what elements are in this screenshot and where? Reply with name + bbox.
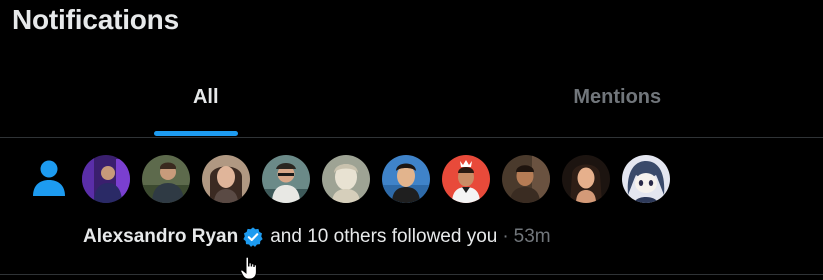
avatar[interactable] [382, 155, 430, 203]
hand-pointer-cursor-icon [240, 256, 258, 280]
avatar[interactable] [502, 155, 550, 203]
avatar[interactable] [562, 155, 610, 203]
tab-all-label: All [193, 86, 219, 109]
avatar[interactable] [142, 155, 190, 203]
notification-item[interactable]: Alexsandro Ryan and 10 others followed y… [0, 138, 823, 274]
active-tab-indicator [154, 131, 238, 136]
avatar-stack [82, 155, 670, 203]
timestamp[interactable]: 53m [514, 225, 551, 249]
avatar[interactable] [442, 155, 490, 203]
verified-badge-icon [242, 226, 264, 248]
avatar[interactable] [622, 155, 670, 203]
page-title: Notifications [12, 2, 179, 38]
separator-dot: · [502, 225, 508, 249]
tab-all[interactable]: All [0, 60, 412, 136]
avatar[interactable] [262, 155, 310, 203]
tab-mentions-label: Mentions [573, 86, 661, 109]
avatar[interactable] [202, 155, 250, 203]
person-icon [29, 158, 69, 198]
avatar[interactable] [82, 155, 130, 203]
notification-text: Alexsandro Ryan and 10 others followed y… [83, 225, 551, 249]
avatar[interactable] [322, 155, 370, 203]
notification-tabs: All Mentions [0, 60, 823, 136]
tab-mentions[interactable]: Mentions [412, 60, 823, 136]
user-name-link[interactable]: Alexsandro Ryan [83, 225, 238, 249]
notification-action-text: and 10 others followed you [270, 225, 497, 249]
divider [0, 274, 823, 275]
